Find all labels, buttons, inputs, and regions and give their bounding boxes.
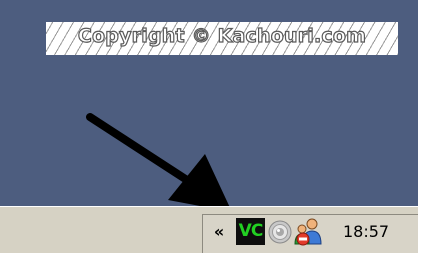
vc-icon-label: VC [238,221,264,241]
vc-app-icon[interactable]: VC [236,218,265,245]
speaker-icon[interactable] [267,219,293,245]
show-hidden-icons-button[interactable]: « [211,222,227,242]
screenshot-frame: Copyright © Kachouri.com « VC 18:57 [0,0,425,253]
taskbar-clock[interactable]: 18:57 [343,221,389,243]
page-margin [418,0,425,253]
network-connection-icon[interactable] [293,217,325,247]
